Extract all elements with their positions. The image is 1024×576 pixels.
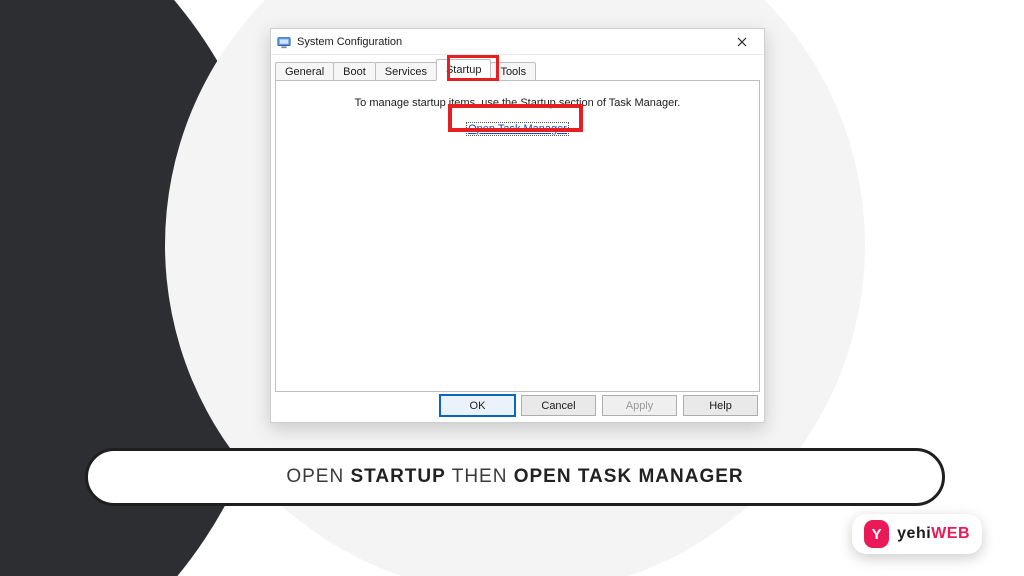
brand-mark-icon: Y	[864, 520, 889, 548]
tab-startup[interactable]: Startup	[436, 59, 491, 81]
cancel-button[interactable]: Cancel	[521, 395, 596, 416]
brand-badge: Y yehiWEB	[852, 514, 982, 554]
brand-text-a: yehi	[897, 525, 931, 542]
apply-button[interactable]: Apply	[602, 395, 677, 416]
tab-tools[interactable]: Tools	[490, 62, 536, 82]
caption-bold2: OPEN TASK MANAGER	[514, 466, 744, 487]
titlebar[interactable]: System Configuration	[271, 29, 764, 55]
instruction-caption: OPEN STARTUP THEN OPEN TASK MANAGER	[85, 448, 945, 506]
open-task-manager-link[interactable]: Open Task Manager	[466, 122, 569, 136]
ok-button[interactable]: OK	[440, 395, 515, 416]
close-button[interactable]	[726, 32, 758, 52]
help-button[interactable]: Help	[683, 395, 758, 416]
close-icon	[737, 37, 747, 47]
dialog-button-row: OK Cancel Apply Help	[440, 395, 758, 416]
system-configuration-dialog: System Configuration General Boot Servic…	[270, 28, 765, 423]
dialog-title: System Configuration	[297, 36, 402, 48]
tab-services[interactable]: Services	[375, 62, 437, 82]
startup-tabpanel: To manage startup items, use the Startup…	[275, 80, 760, 392]
caption-bold1: STARTUP	[350, 466, 445, 487]
caption-part1: OPEN	[286, 466, 350, 487]
startup-message: To manage startup items, use the Startup…	[276, 97, 759, 109]
caption-part2: THEN	[446, 466, 514, 487]
tab-boot[interactable]: Boot	[333, 62, 376, 82]
tabstrip: General Boot Services Startup Tools	[275, 59, 760, 81]
brand-text-b: WEB	[931, 525, 970, 542]
brand-text: yehiWEB	[897, 525, 970, 543]
msconfig-icon	[277, 35, 291, 49]
tab-general[interactable]: General	[275, 62, 334, 82]
